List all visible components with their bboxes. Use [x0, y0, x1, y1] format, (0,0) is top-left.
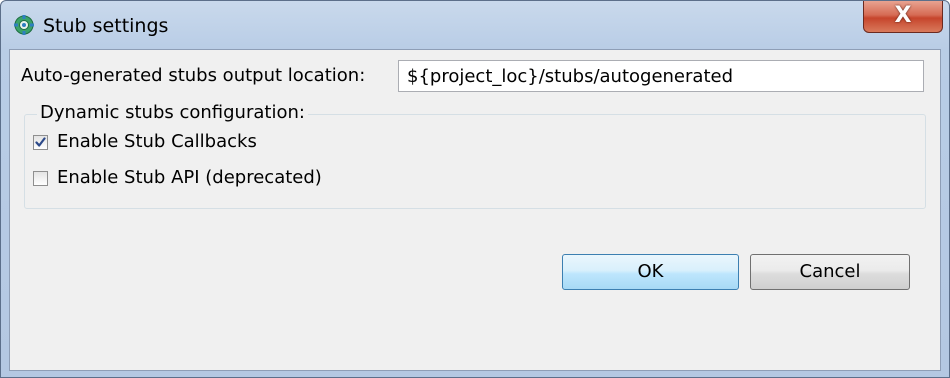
dynamic-stubs-group-title: Dynamic stubs configuration: [37, 101, 308, 125]
enable-stub-api-checkbox[interactable] [33, 170, 48, 186]
output-location-label: Auto-generated stubs output location: [21, 65, 366, 86]
close-button[interactable]: X [863, 1, 943, 33]
check-mark-icon [35, 136, 46, 147]
enable-stub-api-option[interactable]: Enable Stub API (deprecated) [33, 166, 322, 190]
app-gear-icon [13, 14, 35, 36]
window-title: Stub settings [43, 15, 169, 37]
ok-button[interactable]: OK [562, 254, 739, 290]
dialog-body [9, 49, 941, 371]
enable-stub-callbacks-checkbox[interactable] [33, 134, 48, 150]
enable-stub-api-label: Enable Stub API (deprecated) [57, 167, 322, 188]
enable-stub-callbacks-option[interactable]: Enable Stub Callbacks [33, 130, 257, 154]
enable-stub-callbacks-label: Enable Stub Callbacks [57, 131, 257, 152]
dynamic-stubs-group: Dynamic stubs configuration: Enable Stub… [24, 101, 926, 209]
title-bar[interactable]: Stub settings X [1, 1, 949, 49]
cancel-button[interactable]: Cancel [750, 254, 910, 290]
output-location-input[interactable] [398, 60, 924, 92]
